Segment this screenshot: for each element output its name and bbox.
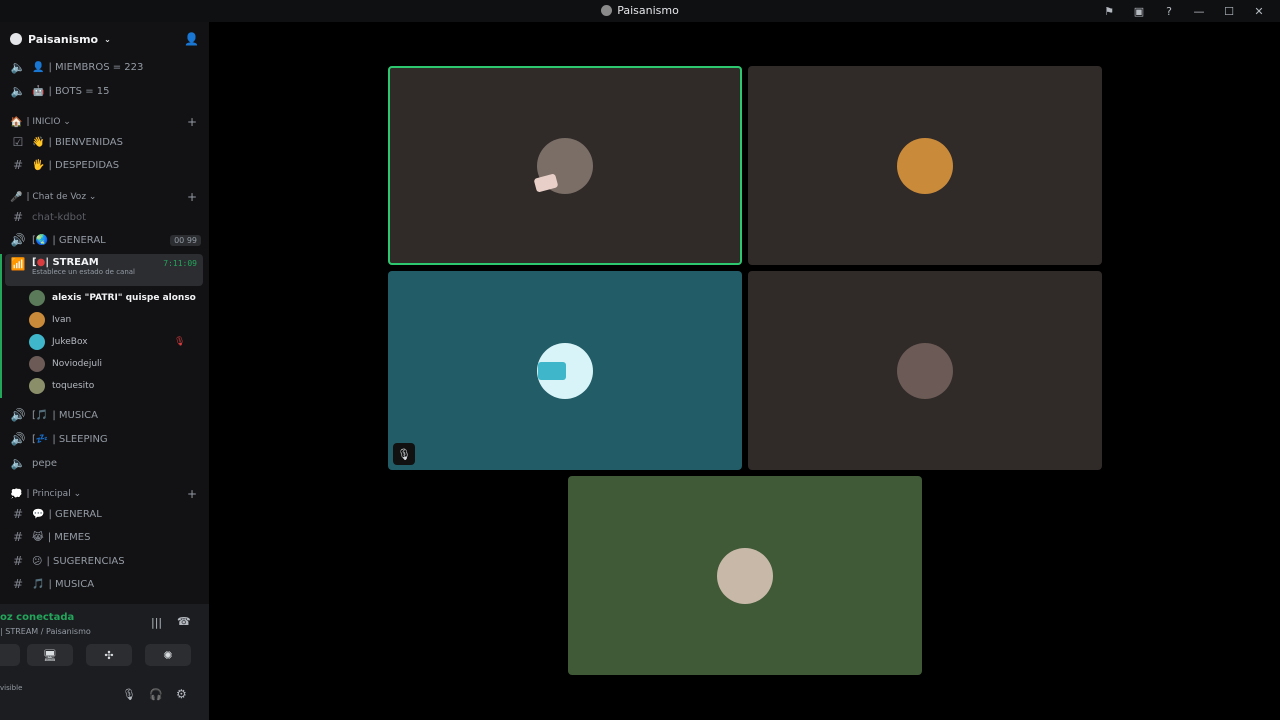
channel-status[interactable]: Establece un estado de canal xyxy=(32,268,135,276)
add-channel-icon[interactable]: + xyxy=(187,115,197,129)
voice-channel-stream[interactable]: 📶 [●| STREAM Establece un estado de cana… xyxy=(5,254,203,286)
hash-icon: # xyxy=(12,507,24,521)
avatar xyxy=(29,356,45,372)
hash-icon: # xyxy=(12,210,24,224)
speaker-icon: 🔊 xyxy=(10,408,26,422)
speaker-locked-icon: 🔈 xyxy=(10,84,26,98)
voice-channel-musica[interactable]: 🔊[🎵 | MUSICA xyxy=(0,404,209,426)
add-member-icon[interactable]: 👤 xyxy=(184,32,199,46)
hash-icon: # xyxy=(12,530,24,544)
channel-general[interactable]: # 💬 | GENERAL xyxy=(0,503,209,525)
avatar xyxy=(717,547,773,604)
muted-icon: 🎙 xyxy=(174,337,186,347)
voice-user[interactable]: Ivan xyxy=(29,310,71,330)
soundboard-button[interactable]: ✺ xyxy=(145,644,191,666)
voice-channel-sleeping[interactable]: 🔊[💤 | SLEEPING xyxy=(0,428,209,450)
muted-mic-icon: 🎙 xyxy=(393,443,415,465)
voice-user[interactable]: alexis "PATRI" quispe alonso xyxy=(29,288,196,308)
noise-suppression-icon[interactable]: ||| xyxy=(151,616,162,629)
activities-button[interactable]: ✣ xyxy=(86,644,132,666)
hash-icon: # xyxy=(12,554,24,568)
settings-gear-icon[interactable]: ⚙ xyxy=(176,687,187,701)
voice-user[interactable]: toquesito xyxy=(29,376,94,396)
screen-share-icon: 🖥 xyxy=(43,648,57,662)
server-name: Paisanismo xyxy=(28,32,99,46)
window-title: Paisanismo xyxy=(0,4,1280,17)
category-principal[interactable]: 💭 | Principal ⌄ + xyxy=(0,483,209,505)
hash-icon: # xyxy=(12,577,24,591)
avatar xyxy=(29,312,45,328)
hash-icon: # xyxy=(12,158,24,172)
stream-timer: 7:11:09 xyxy=(163,259,197,268)
title-bar: Paisanismo ⚑ ▣ ? — ☐ ✕ xyxy=(0,0,1280,22)
channel-bots[interactable]: 🔈 🤖 | BOTS = 15 xyxy=(0,80,209,102)
speaker-locked-icon: 🔈 xyxy=(10,456,26,470)
voice-user[interactable]: JukeBox 🎙 xyxy=(29,332,185,352)
channel-memes[interactable]: # 😹 | MEMES xyxy=(0,526,209,548)
server-avatar-icon xyxy=(601,5,613,16)
inbox-flag-icon[interactable]: ⚑ xyxy=(1094,2,1124,20)
add-channel-icon[interactable]: + xyxy=(187,190,197,204)
speaker-locked-icon: 🔈 xyxy=(10,60,26,74)
live-speaker-icon: 📶 xyxy=(10,257,26,271)
screen-share-button[interactable]: 🖥 xyxy=(27,644,73,666)
disconnect-icon[interactable]: ☎ xyxy=(177,615,191,628)
voice-channel-path[interactable]: | STREAM / Paisanismo xyxy=(0,627,91,636)
channel-miembros[interactable]: 🔈 👤 | MIEMBROS = 223 xyxy=(0,56,209,78)
minimize-icon[interactable]: — xyxy=(1184,2,1214,20)
soundboard-icon: ✺ xyxy=(163,648,173,662)
user-status: visible xyxy=(0,684,23,692)
channel-musica[interactable]: # 🎵 | MUSICA xyxy=(0,573,209,595)
participant-tile[interactable] xyxy=(748,271,1102,470)
category-chat-de-voz[interactable]: 🎤 | Chat de Voz ⌄ + xyxy=(0,186,209,208)
add-channel-icon[interactable]: + xyxy=(187,487,197,501)
headphones-icon[interactable]: 🎧 xyxy=(149,688,163,701)
voice-channel-general[interactable]: 🔊[🌏 | GENERAL 00 99 xyxy=(0,229,209,251)
close-icon[interactable]: ✕ xyxy=(1244,2,1274,20)
avatar xyxy=(897,137,953,194)
rules-icon: ☑ xyxy=(12,135,24,149)
participant-tile[interactable] xyxy=(388,66,742,265)
avatar xyxy=(29,334,45,350)
channel-chat-kdbot[interactable]: # chat-kdbot xyxy=(0,206,209,228)
voice-channel-pepe[interactable]: 🔈 pepe xyxy=(0,452,209,474)
avatar xyxy=(897,342,953,399)
avatar xyxy=(29,378,45,394)
channel-bienvenidas[interactable]: ☑ 👋 | BIENVENIDAS xyxy=(0,131,209,153)
category-inicio[interactable]: 🏠 | INICIO ⌄ + xyxy=(0,111,209,133)
help-icon[interactable]: ? xyxy=(1154,2,1184,20)
live-indicator xyxy=(0,254,2,398)
speaker-icon: 🔊 xyxy=(10,432,26,446)
inbox-icon[interactable]: ▣ xyxy=(1124,2,1154,20)
channel-despedidas[interactable]: # 🖐 | DESPEDIDAS xyxy=(0,154,209,176)
participant-tile[interactable] xyxy=(748,66,1102,265)
channel-sugerencias[interactable]: # 😕 | SUGERENCIAS xyxy=(0,550,209,572)
microphone-icon[interactable]: 🎙 xyxy=(122,688,136,701)
cassette-icon xyxy=(538,362,566,380)
user-limit-badge: 99 xyxy=(186,235,197,245)
activities-icon: ✣ xyxy=(104,648,114,662)
participant-tile[interactable] xyxy=(568,476,922,675)
voice-connection-panel: oz conectada | STREAM / Paisanismo ||| ☎… xyxy=(0,604,209,720)
server-icon xyxy=(10,33,22,45)
speaker-icon: 🔊 xyxy=(10,233,26,247)
avatar xyxy=(29,290,45,306)
participant-tile[interactable]: 🎙 xyxy=(388,271,742,470)
voice-user[interactable]: Noviodejuli xyxy=(29,354,102,374)
maximize-icon[interactable]: ☐ xyxy=(1214,2,1244,20)
camera-button[interactable] xyxy=(0,644,20,666)
voice-status[interactable]: oz conectada xyxy=(0,612,74,623)
server-header[interactable]: Paisanismo ⌄ 👤 xyxy=(0,22,209,56)
user-count-badge: 00 xyxy=(174,235,185,245)
